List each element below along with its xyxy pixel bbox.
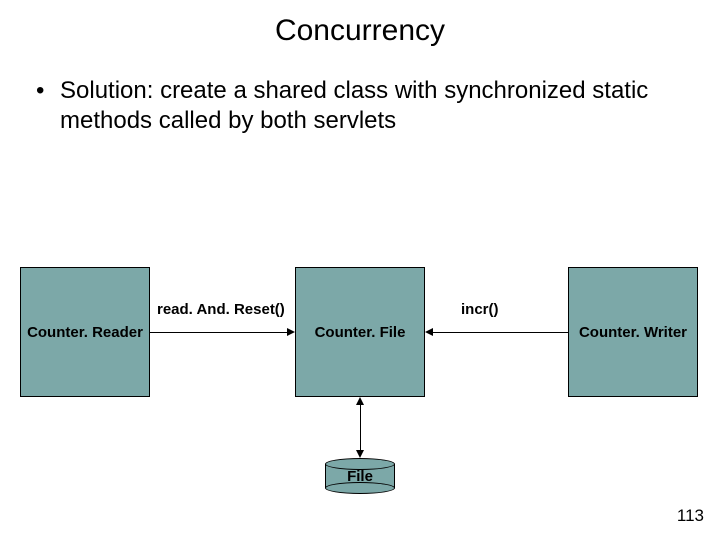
storage-cylinder: File: [325, 458, 395, 488]
arrow-head-icon: [356, 450, 364, 458]
arrow-line-left: [150, 332, 287, 333]
box-label: Counter. File: [315, 324, 406, 341]
box-counter-reader: Counter. Reader: [20, 267, 150, 397]
box-label: Counter. Writer: [579, 324, 687, 341]
arrow-line-right: [433, 332, 568, 333]
arrow-head-icon: [425, 328, 433, 336]
edge-label-incr: incr(): [461, 301, 499, 318]
bullet-text: Solution: create a shared class with syn…: [0, 48, 720, 136]
storage-label: File: [325, 468, 395, 485]
arrow-head-icon: [356, 397, 364, 405]
page-number: 113: [677, 506, 704, 526]
box-counter-writer: Counter. Writer: [568, 267, 698, 397]
box-label: Counter. Reader: [27, 324, 143, 341]
arrow-head-icon: [287, 328, 295, 336]
box-counter-file: Counter. File: [295, 267, 425, 397]
edge-label-read-and-reset: read. And. Reset(): [157, 301, 285, 318]
arrow-line-vertical: [360, 405, 361, 450]
slide-title: Concurrency: [0, 0, 720, 48]
